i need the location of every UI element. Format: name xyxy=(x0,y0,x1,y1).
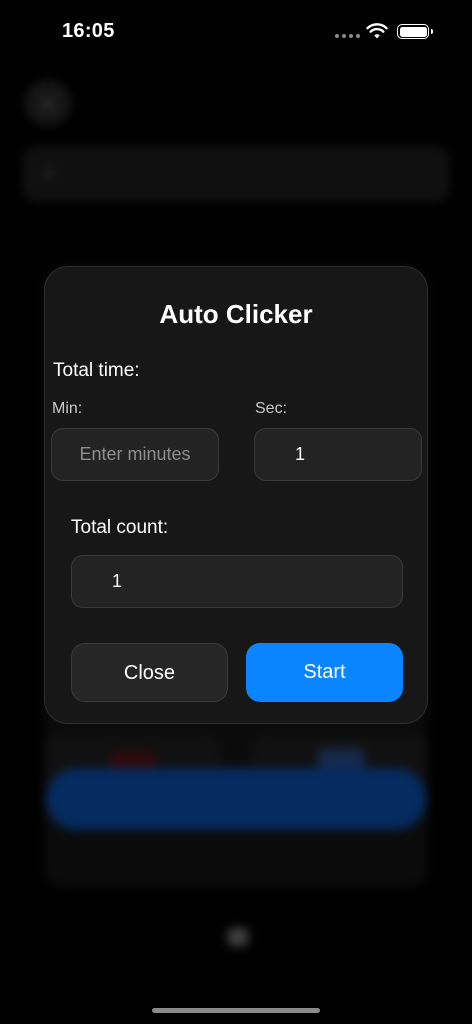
minutes-input[interactable] xyxy=(51,428,219,481)
total-count-input[interactable] xyxy=(71,555,403,608)
seconds-input[interactable] xyxy=(254,428,422,481)
background-auto-click-button xyxy=(46,768,426,830)
start-button[interactable]: Start xyxy=(246,643,403,702)
auto-clicker-dialog: Auto Clicker Total time: Min: Sec: Total… xyxy=(44,266,428,724)
search-icon: ⌕ xyxy=(44,162,55,182)
facebook-icon xyxy=(318,748,364,770)
home-indicator[interactable] xyxy=(152,1008,320,1013)
minutes-label: Min: xyxy=(52,400,83,417)
dialog-title: Auto Clicker xyxy=(159,299,313,329)
home-icon xyxy=(228,928,248,946)
back-button: ‹ xyxy=(25,80,71,126)
total-count-label: Total count: xyxy=(71,517,169,538)
close-button[interactable]: Close xyxy=(71,643,228,702)
seconds-label: Sec: xyxy=(255,400,288,417)
background-search-bar: ⌕ xyxy=(22,146,450,202)
total-time-label: Total time: xyxy=(53,360,140,381)
